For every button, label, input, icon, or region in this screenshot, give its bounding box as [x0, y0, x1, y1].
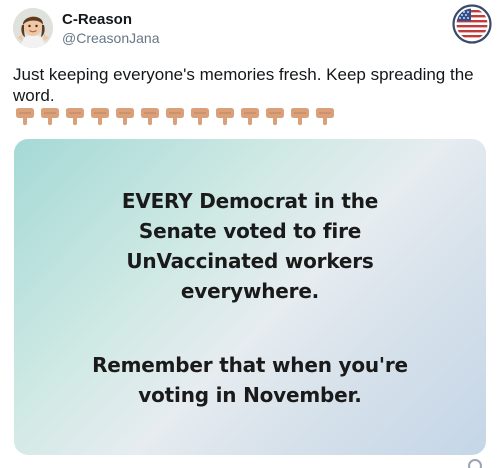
memoji-avatar-icon[interactable]	[13, 8, 53, 48]
tweet-card: C-Reason @CreasonJana Just keeping every…	[0, 0, 500, 468]
share-icon[interactable]	[468, 459, 482, 468]
image-text-line: EVERY Democrat in the	[121, 189, 379, 213]
pointing-down-hand-icon	[241, 108, 259, 126]
emoji-row	[14, 108, 336, 126]
pointing-down-hand-icon	[316, 108, 334, 126]
pointing-down-hand-icon	[91, 108, 109, 126]
pointing-down-hand-icon	[266, 108, 284, 126]
us-flag-circle-icon	[452, 4, 492, 44]
pointing-down-hand-icon	[166, 108, 184, 126]
user-handle[interactable]: @CreasonJana	[62, 30, 160, 46]
image-text-line: UnVaccinated workers	[126, 249, 374, 273]
image-text-line: everywhere.	[180, 279, 320, 303]
image-text-paragraph-1: EVERY Democrat in the Senate voted to fi…	[14, 186, 486, 306]
display-name[interactable]: C-Reason	[62, 11, 132, 28]
image-text-line: Senate voted to fire	[138, 219, 362, 243]
image-text-line: voting in November.	[138, 383, 362, 407]
image-text-paragraph-2: Remember that when you're voting in Nove…	[14, 350, 486, 410]
tweet-text: Just keeping everyone's memories fresh. …	[13, 65, 474, 105]
pointing-down-hand-icon	[291, 108, 309, 126]
tweet-image[interactable]: EVERY Democrat in the Senate voted to fi…	[14, 139, 486, 455]
pointing-down-hand-icon	[16, 108, 34, 126]
image-text-line: Remember that when you're	[92, 353, 408, 377]
pointing-down-hand-icon	[216, 108, 234, 126]
pointing-down-hand-icon	[191, 108, 209, 126]
pointing-down-hand-icon	[41, 108, 59, 126]
pointing-down-hand-icon	[116, 108, 134, 126]
pointing-down-hand-icon	[141, 108, 159, 126]
pointing-down-hand-icon	[66, 108, 84, 126]
